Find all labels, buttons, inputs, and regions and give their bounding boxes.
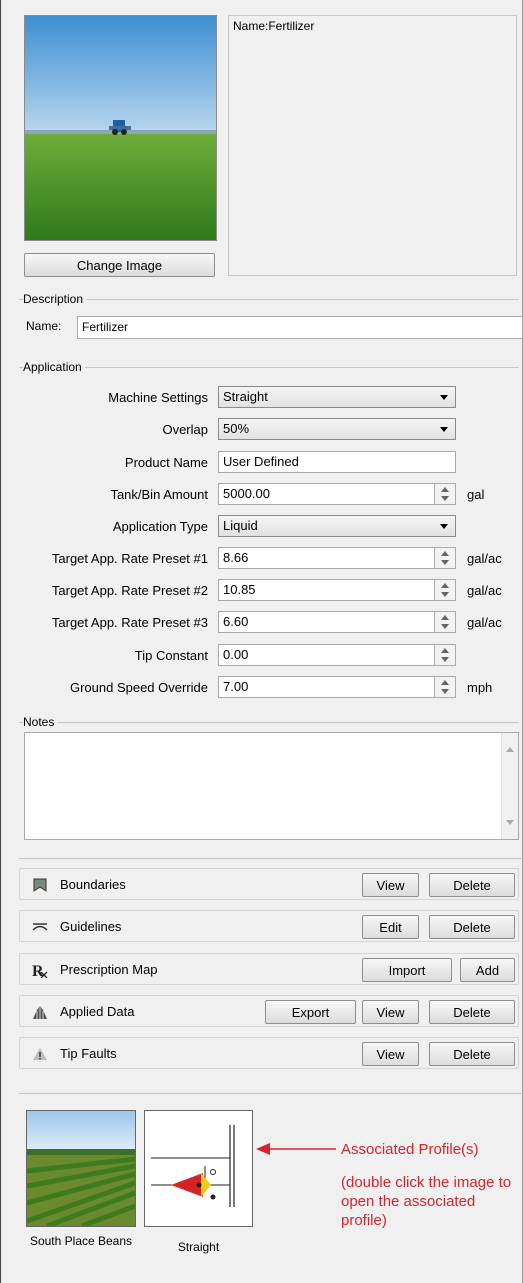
associated-profiles-note: (double click the image to open the asso… (341, 1174, 512, 1229)
preset1-label: Target App. Rate Preset #1 (51, 551, 208, 566)
profile-thumb-south-place-beans[interactable] (26, 1110, 136, 1229)
tip-constant-spinner[interactable] (434, 644, 456, 666)
preset1-unit: gal/ac (467, 551, 502, 566)
boundaries-row: Boundaries View Delete (19, 868, 519, 900)
chevron-down-icon (440, 524, 448, 529)
tip-faults-label: Tip Faults (60, 1046, 117, 1061)
profile-thumb-straight[interactable] (144, 1110, 253, 1227)
preset3-unit: gal/ac (467, 615, 502, 630)
prescription-icon: R (32, 963, 48, 978)
prescription-row: R Prescription Map Import Add (19, 953, 519, 985)
overlap-select[interactable]: 50% (218, 418, 456, 440)
prescription-label: Prescription Map (60, 962, 158, 977)
application-type-select[interactable]: Liquid (218, 515, 456, 537)
preset2-spinner[interactable] (434, 579, 456, 601)
preset1-input[interactable]: 8.66 (218, 547, 435, 569)
ground-speed-spinner[interactable] (434, 676, 456, 698)
tip-constant-label: Tip Constant (134, 648, 208, 663)
overlap-value: 50% (223, 421, 250, 436)
section-divider (19, 1093, 523, 1094)
applied-data-row: Applied Data Export View Delete (19, 995, 519, 1027)
boundary-icon (33, 878, 47, 892)
guidelines-delete-button[interactable]: Delete (429, 915, 515, 939)
name-display-text: Name:Fertilizer (233, 19, 315, 33)
tip-faults-view-button[interactable]: View (362, 1042, 419, 1066)
applied-data-delete-button[interactable]: Delete (429, 1000, 515, 1024)
tank-bin-amount-label: Tank/Bin Amount (110, 487, 208, 502)
guidelines-row: Guidelines Edit Delete (19, 910, 519, 942)
application-type-label: Application Type (112, 519, 208, 534)
description-name-label: Name: (26, 319, 62, 333)
bean-field-photo (26, 1111, 136, 1229)
tank-bin-amount-input[interactable]: 5000.00 (218, 483, 435, 505)
machine-diagram-icon (151, 1125, 235, 1207)
associated-profiles-title: Associated Profile(s) (341, 1141, 479, 1158)
guidelines-label: Guidelines (60, 919, 122, 934)
ground-speed-input[interactable]: 7.00 (218, 676, 435, 698)
profile-caption-south-place-beans: South Place Beans (29, 1234, 133, 1248)
preset3-label: Target App. Rate Preset #3 (51, 615, 208, 630)
section-divider (19, 858, 523, 859)
chevron-down-icon (440, 395, 448, 400)
applied-data-icon (33, 1006, 47, 1019)
ground-speed-label: Ground Speed Override (69, 680, 208, 695)
prescription-add-button[interactable]: Add (460, 958, 515, 982)
machine-settings-label: Machine Settings (108, 390, 208, 405)
change-image-button[interactable]: Change Image (24, 253, 215, 277)
tip-faults-delete-button[interactable]: Delete (429, 1042, 515, 1066)
tip-constant-input[interactable]: 0.00 (218, 644, 435, 666)
product-name-input[interactable]: User Defined (218, 451, 456, 473)
chevron-down-icon (440, 427, 448, 432)
description-name-input[interactable]: Fertilizer (77, 316, 523, 339)
machine-settings-select[interactable]: Straight (218, 386, 456, 408)
machine-settings-value: Straight (223, 389, 268, 404)
tractor-field-photo (25, 16, 216, 240)
preset2-label: Target App. Rate Preset #2 (51, 583, 208, 598)
profile-image[interactable] (24, 15, 217, 241)
application-type-value: Liquid (223, 518, 258, 533)
name-display: Name:Fertilizer (228, 15, 517, 276)
scroll-up-icon[interactable] (506, 747, 514, 752)
preset2-input[interactable]: 10.85 (218, 579, 435, 601)
annotation-arrow-icon (256, 1143, 336, 1155)
overlap-label: Overlap (162, 422, 208, 437)
prescription-import-button[interactable]: Import (362, 958, 452, 982)
boundaries-delete-button[interactable]: Delete (429, 873, 515, 897)
boundaries-label: Boundaries (60, 877, 126, 892)
notes-title: Notes (23, 715, 58, 729)
guideline-icon (32, 923, 48, 931)
notes-divider (19, 722, 519, 723)
product-name-label: Product Name (124, 455, 208, 470)
tip-faults-row: Tip Faults View Delete (19, 1037, 519, 1069)
applied-data-view-button[interactable]: View (362, 1000, 419, 1024)
profile-panel: Change Image Name:Fertilizer Description… (0, 0, 523, 1283)
preset3-input[interactable]: 6.60 (218, 611, 435, 633)
applied-data-label: Applied Data (60, 1004, 135, 1019)
tank-bin-amount-unit: gal (467, 487, 485, 502)
description-divider (19, 299, 519, 300)
description-title: Description (23, 292, 87, 306)
scroll-down-icon[interactable] (506, 820, 514, 825)
warning-icon (33, 1048, 47, 1060)
notes-textarea[interactable] (24, 732, 519, 840)
application-divider (19, 367, 519, 368)
svg-text:R: R (32, 963, 44, 978)
applied-data-export-button[interactable]: Export (265, 1000, 356, 1024)
application-title: Application (23, 360, 85, 374)
ground-speed-unit: mph (467, 680, 493, 695)
profile-caption-straight: Straight (177, 1240, 220, 1254)
boundaries-view-button[interactable]: View (362, 873, 419, 897)
preset1-spinner[interactable] (434, 547, 456, 569)
notes-scrollbar[interactable] (501, 733, 518, 839)
preset3-spinner[interactable] (434, 611, 456, 633)
preset2-unit: gal/ac (467, 583, 502, 598)
guidelines-edit-button[interactable]: Edit (362, 915, 419, 939)
tank-bin-amount-spinner[interactable] (434, 483, 456, 505)
